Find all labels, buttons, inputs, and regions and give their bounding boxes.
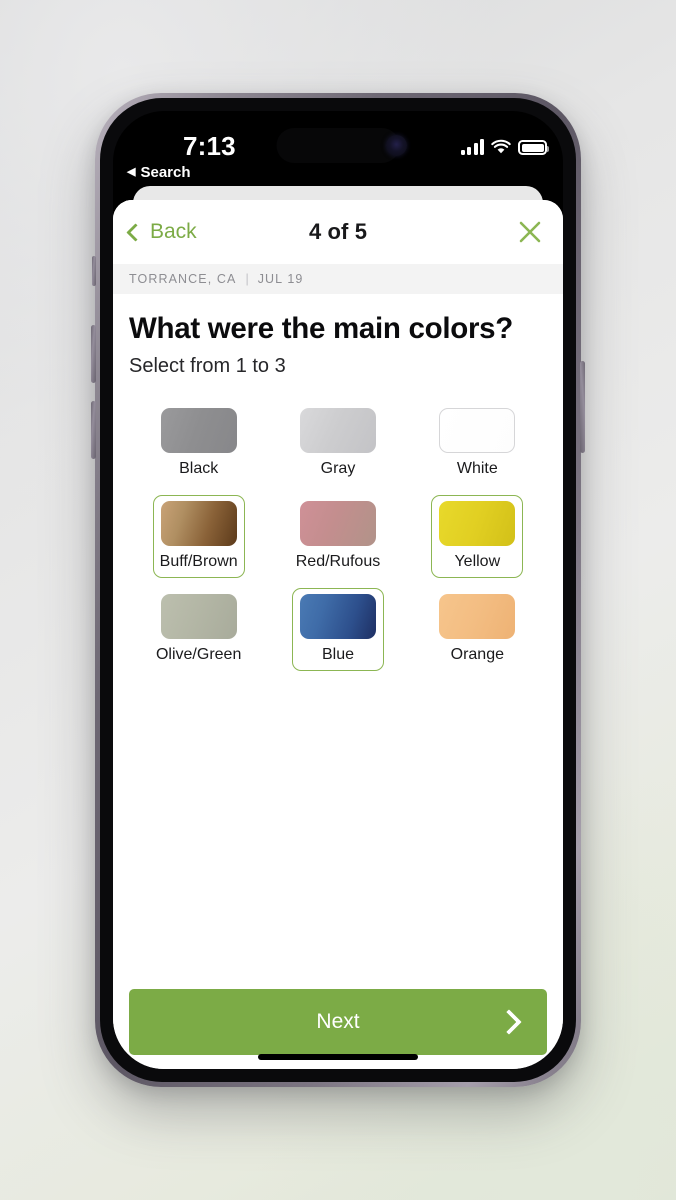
color-option-yellow[interactable]: Yellow <box>431 495 524 578</box>
back-button[interactable]: Back <box>126 220 197 244</box>
color-option-label: Gray <box>320 460 356 477</box>
status-time: 7:13 <box>183 131 236 161</box>
blue-swatch <box>299 594 376 639</box>
status-icons <box>460 133 549 155</box>
volume-down-button[interactable] <box>91 401 96 459</box>
home-indicator[interactable] <box>258 1054 418 1060</box>
color-option-label: Blue <box>321 646 354 663</box>
color-option-label: Orange <box>450 646 504 663</box>
chevron-right-icon <box>496 1009 522 1035</box>
question-title: What were the main colors? <box>129 312 513 345</box>
observation-date: JUL 19 <box>257 272 304 286</box>
black-swatch <box>160 408 237 453</box>
buff-brown-swatch <box>160 501 237 546</box>
phone-device: 7:13 ◀ Search Back 4 of 5 TORRANCE, CA |… <box>91 93 585 1087</box>
color-options-grid: Black Gray White Buff/Brown Red/Rufous Yellow… <box>129 402 547 671</box>
yellow-swatch <box>439 501 516 546</box>
color-option-label: White <box>456 460 498 477</box>
power-button[interactable] <box>580 361 585 453</box>
color-option-label: Yellow <box>454 553 501 570</box>
chevron-left-icon <box>126 222 145 242</box>
color-option-gray[interactable]: Gray <box>291 402 384 485</box>
color-option-red-rufous[interactable]: Red/Rufous <box>291 495 384 578</box>
orange-swatch <box>439 594 516 639</box>
close-icon <box>519 221 541 243</box>
next-button-label: Next <box>316 1010 360 1033</box>
gray-swatch <box>299 408 376 453</box>
front-camera-icon <box>386 135 407 156</box>
phone-screen: 7:13 ◀ Search Back 4 of 5 TORRANCE, CA |… <box>113 111 563 1069</box>
close-button[interactable] <box>515 217 545 247</box>
back-button-label: Back <box>150 220 197 243</box>
silent-switch[interactable] <box>92 256 96 286</box>
color-option-label: Red/Rufous <box>295 553 381 570</box>
olive-green-swatch <box>160 594 237 639</box>
volume-up-button[interactable] <box>91 325 96 383</box>
red-rufous-swatch <box>299 501 376 546</box>
dynamic-island <box>276 128 400 163</box>
color-option-olive-green[interactable]: Olive/Green <box>152 588 245 671</box>
color-option-blue[interactable]: Blue <box>291 588 384 671</box>
color-option-orange[interactable]: Orange <box>431 588 524 671</box>
next-button[interactable]: Next <box>129 989 547 1055</box>
wifi-icon <box>491 139 511 155</box>
navigation-bar: Back 4 of 5 <box>113 200 563 264</box>
survey-sheet: Back 4 of 5 TORRANCE, CA | JUL 19 What w… <box>113 200 563 1069</box>
color-option-buff-brown[interactable]: Buff/Brown <box>152 495 245 578</box>
triangle-left-icon: ◀ <box>127 166 136 178</box>
question-subtitle: Select from 1 to 3 <box>129 355 286 377</box>
back-to-search-indicator[interactable]: ◀ Search <box>127 164 191 181</box>
observation-meta-bar: TORRANCE, CA | JUL 19 <box>113 264 563 294</box>
meta-separator: | <box>245 272 249 286</box>
question-content: What were the main colors? Select from 1… <box>113 294 563 989</box>
white-swatch <box>439 408 516 453</box>
cellular-signal-icon <box>460 139 484 155</box>
color-option-white[interactable]: White <box>431 402 524 485</box>
device-bezel: 7:13 ◀ Search Back 4 of 5 TORRANCE, CA |… <box>100 98 576 1082</box>
observation-location: TORRANCE, CA <box>129 272 237 286</box>
battery-full-icon <box>518 140 549 155</box>
color-option-label: Buff/Brown <box>159 553 238 570</box>
color-option-label: Olive/Green <box>155 646 242 663</box>
page-title: 4 of 5 <box>308 219 368 244</box>
back-to-search-label: Search <box>140 164 191 181</box>
color-option-black[interactable]: Black <box>152 402 245 485</box>
color-option-label: Black <box>179 460 219 477</box>
